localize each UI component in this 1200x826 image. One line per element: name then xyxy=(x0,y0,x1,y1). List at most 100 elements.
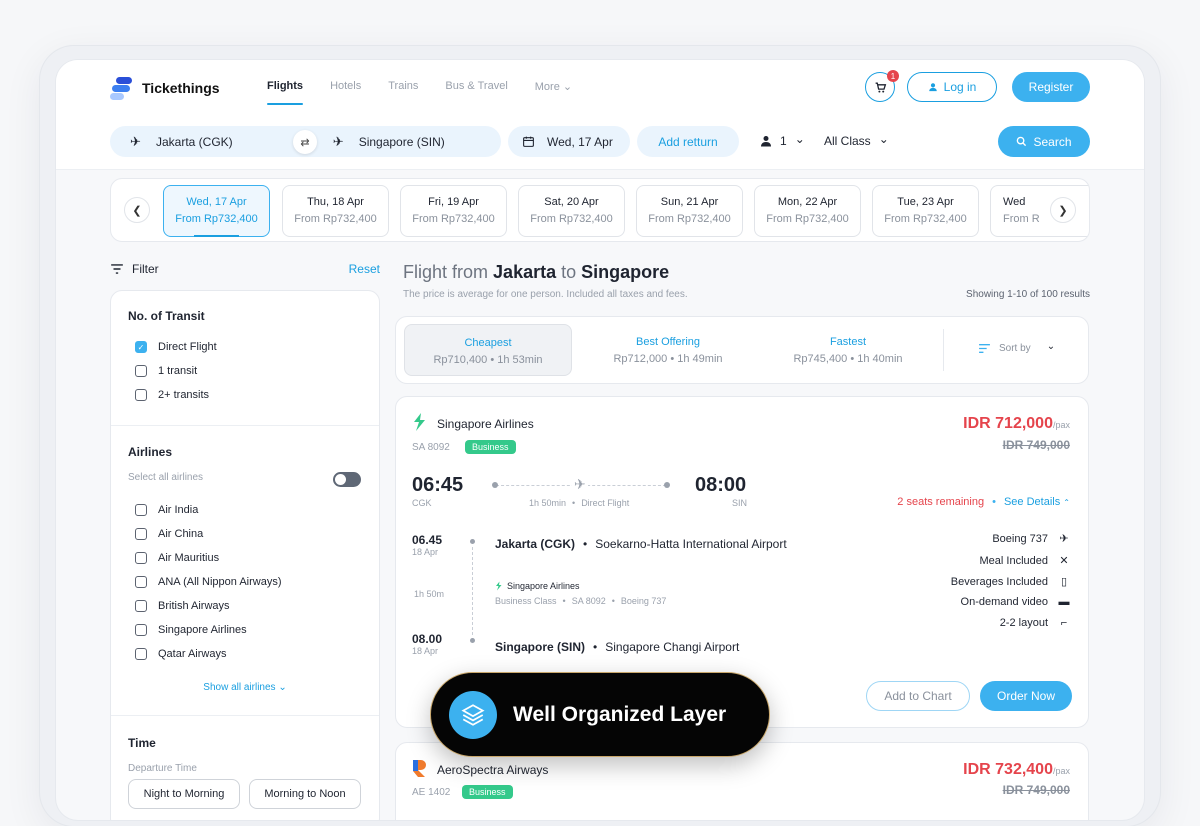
origin-field[interactable]: Jakarta (CGK) xyxy=(156,135,233,149)
search-button[interactable]: Search xyxy=(998,126,1090,157)
login-label: Log in xyxy=(943,80,977,94)
checkbox[interactable] xyxy=(135,624,147,636)
cart-button[interactable]: 1 xyxy=(865,70,899,102)
duration: 1h 50min xyxy=(529,498,567,508)
date-price: From Rp732,400 xyxy=(412,213,495,225)
nav-bus-travel[interactable]: Bus & Travel xyxy=(445,80,507,93)
checkbox[interactable] xyxy=(135,552,147,564)
amenity-aircraft: Boeing 737 ✈ xyxy=(992,532,1070,546)
nav-flights[interactable]: Flights xyxy=(267,80,304,105)
airline-option[interactable]: ANA (All Nippon Airways) xyxy=(135,570,282,594)
date-option[interactable]: Thu, 18 Apr From Rp732,400 xyxy=(282,185,389,237)
swap-icon: ⇄ xyxy=(300,136,310,149)
date-option[interactable]: Mon, 22 Apr From Rp732,400 xyxy=(754,185,861,237)
separator: • xyxy=(572,498,576,508)
airline-label: Air China xyxy=(158,528,204,540)
airline-option[interactable]: Air China xyxy=(135,522,282,546)
sort-fastest[interactable]: Fastest Rp745,400 • 1h 40min xyxy=(764,324,932,376)
detail-airline-name: Singapore Airlines xyxy=(507,581,580,591)
person-icon xyxy=(761,136,771,147)
chevron-down-icon: ⌄ xyxy=(794,131,805,146)
date-field[interactable]: Wed, 17 Apr xyxy=(508,126,630,157)
title-to: to xyxy=(561,262,577,282)
results-title: Flight from Jakarta to Singapore xyxy=(403,262,669,283)
date-option[interactable]: Tue, 23 Apr From Rp732,400 xyxy=(872,185,979,237)
filter-title: Filter xyxy=(110,262,159,276)
results-count: Showing 1-10 of 100 results xyxy=(966,289,1090,300)
destination-field[interactable]: Singapore (SIN) xyxy=(359,135,445,149)
see-details-label: See Details xyxy=(1003,496,1061,508)
checkbox[interactable] xyxy=(135,600,147,612)
nav-hotels[interactable]: Hotels xyxy=(330,80,361,93)
airline-option[interactable]: Singapore Airlines xyxy=(135,618,282,642)
swap-button[interactable]: ⇄ xyxy=(293,130,317,154)
see-details-link[interactable]: See Details ⌃ xyxy=(1004,496,1070,508)
prev-date-button[interactable]: ❮ xyxy=(124,197,150,223)
airline-option[interactable]: Air India xyxy=(135,498,282,522)
amenity-label: On-demand video xyxy=(960,596,1048,608)
plane-icon: ✈ xyxy=(1059,533,1069,545)
transit-option[interactable]: 1 transit xyxy=(135,359,217,383)
next-date-button[interactable]: ❯ xyxy=(1050,197,1076,223)
register-button[interactable]: Register xyxy=(1012,72,1090,102)
checkbox-checked[interactable]: ✓ xyxy=(135,341,147,353)
detail-arr-date: 18 Apr xyxy=(412,646,439,656)
nav-more[interactable]: More ⌄ xyxy=(535,80,572,93)
airline-logo-icon xyxy=(413,760,426,777)
class-select[interactable]: All Class ⌄ xyxy=(824,131,889,149)
sort-best-offering[interactable]: Best Offering Rp712,000 • 1h 49min xyxy=(584,324,752,376)
airline-option[interactable]: Air Mauritius xyxy=(135,546,282,570)
date-day: Sat, 20 Apr xyxy=(544,196,599,208)
date-option[interactable]: Sun, 21 Apr From Rp732,400 xyxy=(636,185,743,237)
date-option[interactable]: Sat, 20 Apr From Rp732,400 xyxy=(518,185,625,237)
passenger-select[interactable]: 1 ⌄ xyxy=(760,131,805,148)
old-price: IDR 749,000 xyxy=(1002,438,1070,452)
logo[interactable]: Tickethings xyxy=(110,76,220,100)
sort-value: Rp710,400 • 1h 53min xyxy=(433,354,543,366)
arrival-code: SIN xyxy=(732,498,748,508)
date-price: From Rp732,400 xyxy=(648,213,731,225)
aircraft: Boeing 737 xyxy=(620,596,667,606)
checkbox[interactable] xyxy=(135,389,147,401)
flight-code: SA 8092 xyxy=(412,442,450,453)
flight-meta: 1h 50min • Direct Flight xyxy=(529,498,629,508)
select-all-toggle[interactable] xyxy=(333,472,361,487)
airline-option[interactable]: British Airways xyxy=(135,594,282,618)
airline-label: ANA (All Nippon Airways) xyxy=(158,576,282,588)
price: IDR 712,000/pax xyxy=(963,415,1070,433)
order-now-button[interactable]: Order Now xyxy=(980,681,1072,711)
show-all-label: Show all airlines xyxy=(203,682,276,693)
filter-sidebar: No. of Transit ✓ Direct Flight 1 transit … xyxy=(110,290,380,820)
time-option-morning-noon[interactable]: Morning to Noon xyxy=(249,779,361,809)
airline-label: Air Mauritius xyxy=(158,552,220,564)
time-option-night-morning[interactable]: Night to Morning xyxy=(128,779,240,809)
chevron-down-icon: ⌄ xyxy=(562,81,573,93)
checkbox[interactable] xyxy=(135,576,147,588)
transit-option[interactable]: 2+ transits xyxy=(135,383,217,407)
checkbox[interactable] xyxy=(135,528,147,540)
chevron-right-icon: ❯ xyxy=(1058,204,1068,217)
add-to-chart-button[interactable]: Add to Chart xyxy=(866,681,970,711)
checkbox[interactable] xyxy=(135,365,147,377)
takeoff-icon: ✈ xyxy=(130,133,141,149)
transit-option[interactable]: ✓ Direct Flight xyxy=(135,335,217,359)
show-all-airlines-link[interactable]: Show all airlines ⌄ xyxy=(111,682,379,693)
date-option[interactable]: Wed, 17 Apr From Rp732,400 xyxy=(163,185,270,237)
checkbox[interactable] xyxy=(135,504,147,516)
date-price: From Rp732,400 xyxy=(766,213,849,225)
login-button[interactable]: Log in xyxy=(907,72,997,102)
checkbox[interactable] xyxy=(135,648,147,660)
sort-by-dropdown[interactable]: Sort by ⌄ xyxy=(978,341,1055,354)
sort-cheapest[interactable]: Cheapest Rp710,400 • 1h 53min xyxy=(404,324,572,376)
chevron-down-icon: ⌄ xyxy=(878,131,889,146)
airline-option[interactable]: Qatar Airways xyxy=(135,642,282,666)
add-return-button[interactable]: Add retturn xyxy=(637,126,739,157)
class-badge: Business xyxy=(462,785,513,799)
price-unit: /pax xyxy=(1052,420,1070,430)
date-option[interactable]: Fri, 19 Apr From Rp732,400 xyxy=(400,185,507,237)
airline-label: Air India xyxy=(158,504,199,516)
transit-label: 1 transit xyxy=(158,365,198,377)
nav-trains[interactable]: Trains xyxy=(388,80,418,93)
reset-button[interactable]: Reset xyxy=(349,262,380,276)
amenity-beverages: Beverages Included ▯ xyxy=(951,575,1070,589)
